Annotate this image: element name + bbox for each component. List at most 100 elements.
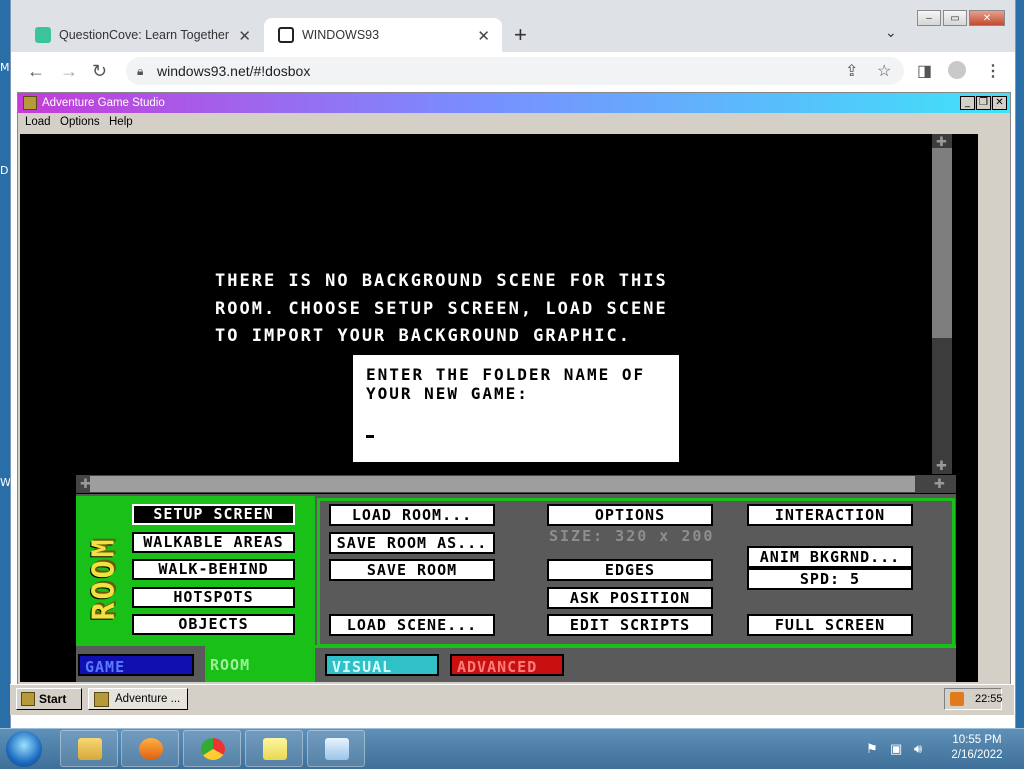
objects-button[interactable]: OBJECTS	[132, 614, 295, 635]
desktop-icon-label[interactable]: M	[0, 61, 10, 74]
tab-windows93[interactable]: WINDOWS93 ✕	[264, 18, 502, 52]
close-tab-icon[interactable]: ✕	[238, 27, 251, 45]
tab-visual[interactable]: VISUAL	[325, 654, 439, 676]
tab-search-chevron-icon[interactable]: ⌄	[885, 24, 897, 41]
scroll-up-icon[interactable]: ✚	[936, 134, 947, 150]
interaction-button[interactable]: INTERACTION	[747, 504, 913, 526]
media-player-icon	[139, 738, 163, 760]
save-room-as-button[interactable]: SAVE ROOM AS...	[329, 532, 495, 554]
tab-questioncove[interactable]: QuestionCove: Learn Together ✕	[21, 18, 263, 52]
menu-load[interactable]: Load	[25, 116, 51, 128]
tab-game[interactable]: GAME	[78, 654, 194, 676]
back-arrow-icon[interactable]: ←	[27, 60, 45, 82]
questioncove-favicon-icon	[35, 27, 51, 43]
anim-bkgrnd-button[interactable]: ANIM BKGRND...	[747, 546, 913, 568]
address-bar[interactable]: 🔒︎ windows93.net/#!dosbox	[126, 57, 904, 85]
close-window-button[interactable]: ✕	[969, 10, 1005, 26]
ags-menu-bar: Load Options Help	[18, 113, 1010, 133]
dialog-prompt: ENTER THE FOLDER NAME OF YOUR NEW GAME:	[366, 365, 666, 403]
prompt-line: YOUR NEW GAME:	[366, 384, 529, 403]
action-center-flag-icon[interactable]: ⚑	[866, 741, 878, 757]
tab-strip: QuestionCove: Learn Together ✕ WINDOWS93…	[11, 0, 1015, 52]
options-button[interactable]: OPTIONS	[547, 504, 713, 526]
text-input-cursor[interactable]	[366, 435, 374, 438]
scroll-right-icon[interactable]: ✚	[934, 476, 945, 492]
network-icon[interactable]: ▣	[890, 741, 902, 757]
dosbox-screen[interactable]: THERE IS NO BACKGROUND SCENE FOR THIS RO…	[20, 134, 978, 682]
win93-start-button[interactable]: Start	[16, 688, 82, 710]
side-panel-icon[interactable]: ◨	[917, 61, 932, 81]
tab-room[interactable]: ROOM	[205, 654, 305, 676]
browser-window: QuestionCove: Learn Together ✕ WINDOWS93…	[10, 0, 1016, 729]
start-logo-icon	[21, 692, 35, 706]
menu-kebab-icon[interactable]: ⋮	[985, 61, 1001, 81]
room-section-label: ROOM	[86, 516, 122, 642]
volume-icon[interactable]: 🔊︎	[914, 741, 922, 757]
win93-taskbar: Start Adventure ... 22:55	[10, 684, 1014, 715]
rss-icon[interactable]	[950, 692, 964, 706]
notepad-icon	[325, 738, 349, 760]
new-tab-button[interactable]: +	[514, 22, 527, 48]
message-line: TO IMPORT YOUR BACKGROUND GRAPHIC.	[215, 326, 631, 346]
minimize-button[interactable]: –	[917, 10, 941, 26]
lock-icon[interactable]: 🔒︎	[137, 57, 143, 85]
win7-taskbar: ⚑ ▣ 🔊︎ 10:55 PM 2/16/2022	[0, 728, 1024, 769]
task-label: Adventure ...	[115, 693, 181, 705]
clock-time: 10:55 PM	[952, 734, 1002, 746]
message-line: THERE IS NO BACKGROUND SCENE FOR THIS	[215, 271, 668, 291]
hotspots-button[interactable]: HOTSPOTS	[132, 587, 295, 608]
ags-restore-button[interactable]: ❐	[976, 96, 991, 110]
walk-behind-button[interactable]: WALK-BEHIND	[132, 559, 295, 580]
ags-minimize-button[interactable]: _	[960, 96, 975, 110]
tab-advanced[interactable]: ADVANCED	[450, 654, 564, 676]
win93-tray: 22:55	[944, 688, 1003, 710]
reload-icon[interactable]: ↻	[92, 60, 107, 82]
clock-date: 2/16/2022	[951, 749, 1003, 761]
edges-button[interactable]: EDGES	[547, 559, 713, 581]
address-text: windows93.net/#!dosbox	[157, 63, 311, 79]
windows-start-orb-icon[interactable]	[6, 731, 42, 767]
ags-title-bar[interactable]: Adventure Game Studio _ ❐ ✕	[18, 93, 1010, 113]
menu-help[interactable]: Help	[109, 116, 133, 128]
walkable-areas-button[interactable]: WALKABLE AREAS	[132, 532, 295, 553]
scroll-down-icon[interactable]: ✚	[936, 458, 947, 474]
taskbar-sticky-notes[interactable]	[245, 730, 303, 767]
close-tab-icon[interactable]: ✕	[477, 27, 490, 45]
win93-clock: 22:55	[975, 693, 1003, 705]
edit-scripts-button[interactable]: EDIT SCRIPTS	[547, 614, 713, 636]
forward-arrow-icon[interactable]: →	[60, 60, 78, 82]
windows93-favicon-icon	[278, 27, 294, 43]
folder-icon	[78, 738, 102, 760]
taskbar-notepad[interactable]	[307, 730, 365, 767]
taskbar-media-player[interactable]	[121, 730, 179, 767]
ags-close-button[interactable]: ✕	[992, 96, 1007, 110]
ags-app-icon	[94, 692, 109, 707]
load-room-button[interactable]: LOAD ROOM...	[329, 504, 495, 526]
scroll-left-icon[interactable]: ✚	[80, 476, 91, 492]
bookmark-star-icon[interactable]: ☆	[877, 61, 891, 81]
tab-title: QuestionCove: Learn Together	[59, 28, 230, 42]
tab-title: WINDOWS93	[302, 28, 380, 42]
load-scene-button[interactable]: LOAD SCENE...	[329, 614, 495, 636]
room-label-text: ROOM	[86, 536, 122, 621]
horizontal-scroll-thumb[interactable]	[90, 476, 915, 492]
no-background-message: THERE IS NO BACKGROUND SCENE FOR THIS RO…	[215, 268, 735, 351]
profile-avatar-icon[interactable]	[948, 61, 966, 79]
taskbar-explorer[interactable]	[60, 730, 118, 767]
taskbar-chrome[interactable]	[183, 730, 241, 767]
win93-task-adventure[interactable]: Adventure ...	[88, 688, 188, 710]
desktop-icon-label[interactable]: D	[0, 164, 8, 177]
menu-options[interactable]: Options	[60, 116, 100, 128]
room-size-readout: SIZE: 320 x 200	[549, 527, 715, 545]
share-icon[interactable]: ⇪	[845, 61, 858, 81]
save-room-button[interactable]: SAVE ROOM	[329, 559, 495, 581]
speed-button[interactable]: SPD: 5	[747, 568, 913, 590]
full-screen-button[interactable]: FULL SCREEN	[747, 614, 913, 636]
ags-app-icon	[23, 96, 37, 110]
vertical-scroll-thumb[interactable]	[932, 148, 952, 338]
system-clock[interactable]: 10:55 PM 2/16/2022	[940, 733, 1014, 763]
restore-button[interactable]: ▭	[943, 10, 967, 26]
setup-screen-button[interactable]: SETUP SCREEN	[132, 504, 295, 525]
ags-window: Adventure Game Studio _ ❐ ✕ Load Options…	[17, 92, 1011, 694]
ask-position-button[interactable]: ASK POSITION	[547, 587, 713, 609]
